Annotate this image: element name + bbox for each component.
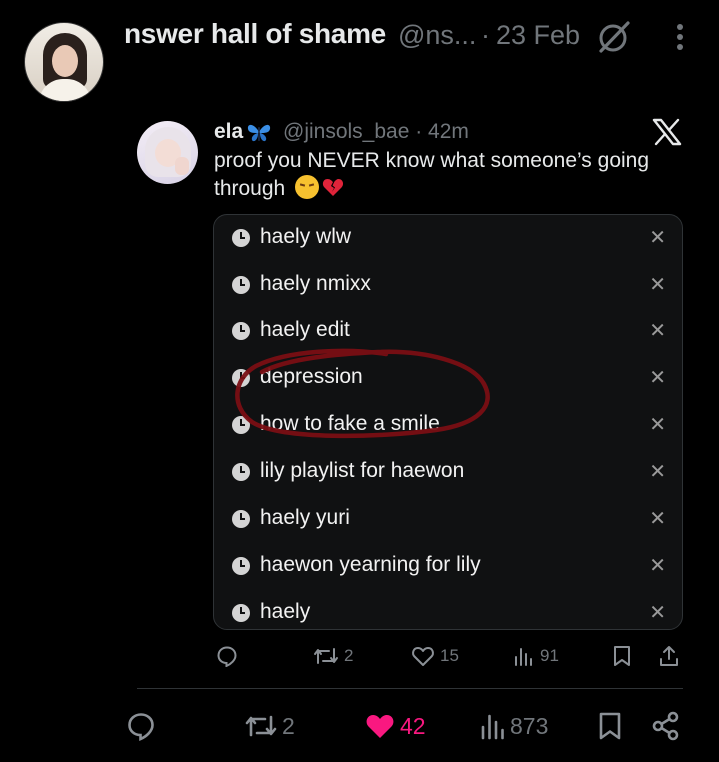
- quoted-author-name[interactable]: ela: [214, 120, 243, 144]
- author-display-name[interactable]: nswer hall of shame: [124, 18, 386, 50]
- more-options-icon[interactable]: [670, 22, 690, 52]
- author-handle[interactable]: @ns...: [398, 20, 476, 51]
- quoted-retweet-button[interactable]: 2: [313, 643, 353, 669]
- quoted-share-button[interactable]: [658, 643, 680, 669]
- search-query[interactable]: lily playlist for haewon: [260, 459, 464, 483]
- author-avatar[interactable]: [24, 22, 104, 102]
- heart-icon: [412, 647, 434, 666]
- pensive-face-emoji: [295, 175, 320, 199]
- remove-icon[interactable]: ✕: [649, 318, 666, 343]
- retweet-button[interactable]: 2: [244, 708, 295, 744]
- quoted-like-count: 15: [440, 646, 459, 665]
- search-history-row[interactable]: lily playlist for haewon ✕: [214, 449, 682, 496]
- quoted-views-button[interactable]: 91: [513, 643, 559, 669]
- clock-icon: [232, 322, 250, 340]
- views-count: 873: [510, 712, 549, 739]
- quoted-like-button[interactable]: 15: [411, 643, 459, 669]
- quoted-retweet-count: 2: [344, 646, 354, 665]
- search-query[interactable]: haewon yearning for lily: [260, 553, 481, 577]
- remove-icon[interactable]: ✕: [649, 553, 666, 578]
- search-history-row[interactable]: haely ✕: [214, 590, 682, 629]
- quoted-author-avatar[interactable]: [137, 121, 198, 184]
- remove-icon[interactable]: ✕: [649, 272, 666, 297]
- reply-icon: [128, 713, 154, 741]
- red-circle-annotation: [235, 348, 490, 439]
- share-icon: [660, 646, 678, 666]
- bookmark-button[interactable]: [597, 708, 623, 744]
- grok-icon[interactable]: [596, 20, 632, 54]
- remove-icon[interactable]: ✕: [649, 225, 666, 250]
- remove-icon[interactable]: ✕: [649, 506, 666, 531]
- views-icon: [515, 648, 532, 666]
- views-button[interactable]: 873: [480, 708, 548, 744]
- remove-icon[interactable]: ✕: [649, 600, 666, 625]
- retweet-icon: [245, 715, 277, 737]
- bookmark-icon: [599, 712, 621, 740]
- reply-button[interactable]: [126, 708, 156, 744]
- clock-icon: [232, 510, 250, 528]
- search-query[interactable]: haely yuri: [260, 506, 350, 530]
- quoted-tweet-text: proof you NEVER know what someone’s goin…: [214, 147, 684, 203]
- tweet-date[interactable]: 23 Feb: [496, 20, 580, 51]
- clock-icon: [232, 604, 250, 622]
- search-query[interactable]: haely nmixx: [260, 272, 371, 296]
- retweet-count: 2: [282, 712, 295, 739]
- quoted-tweet-body: proof you NEVER know what someone’s goin…: [214, 149, 650, 200]
- clock-icon: [232, 463, 250, 481]
- heart-filled-icon: [366, 715, 394, 738]
- views-icon: [481, 714, 504, 740]
- share-icon: [652, 711, 679, 741]
- retweet-icon: [314, 648, 338, 664]
- clock-icon: [232, 557, 250, 575]
- clock-icon: [232, 276, 250, 294]
- search-query[interactable]: haely: [260, 600, 310, 624]
- broken-heart-emoji: [323, 179, 344, 196]
- separator-dot: ·: [481, 20, 490, 50]
- blue-butterfly-icon: [247, 124, 271, 142]
- search-query[interactable]: haely wlw: [260, 225, 351, 249]
- bookmark-icon: [614, 646, 630, 666]
- remove-icon[interactable]: ✕: [649, 365, 666, 390]
- search-query[interactable]: haely edit: [260, 318, 350, 342]
- reply-icon: [217, 646, 237, 667]
- quoted-views-count: 91: [540, 646, 559, 665]
- x-logo-icon: [652, 118, 682, 146]
- search-history-row[interactable]: haewon yearning for lily ✕: [214, 543, 682, 590]
- search-history-row[interactable]: haely wlw ✕: [214, 215, 682, 262]
- search-history-row[interactable]: haely yuri ✕: [214, 496, 682, 543]
- share-button[interactable]: [652, 708, 680, 744]
- search-history-row[interactable]: haely nmixx ✕: [214, 262, 682, 309]
- remove-icon[interactable]: ✕: [649, 459, 666, 484]
- quoted-reply-button[interactable]: [216, 643, 238, 669]
- like-count: 42: [400, 712, 426, 739]
- remove-icon[interactable]: ✕: [649, 412, 666, 437]
- quoted-handle-time[interactable]: @jinsols_bae · 42m: [283, 120, 469, 144]
- like-button[interactable]: 42: [364, 708, 426, 744]
- quoted-bookmark-button[interactable]: [611, 643, 633, 669]
- clock-icon: [232, 229, 250, 247]
- divider: [137, 688, 683, 689]
